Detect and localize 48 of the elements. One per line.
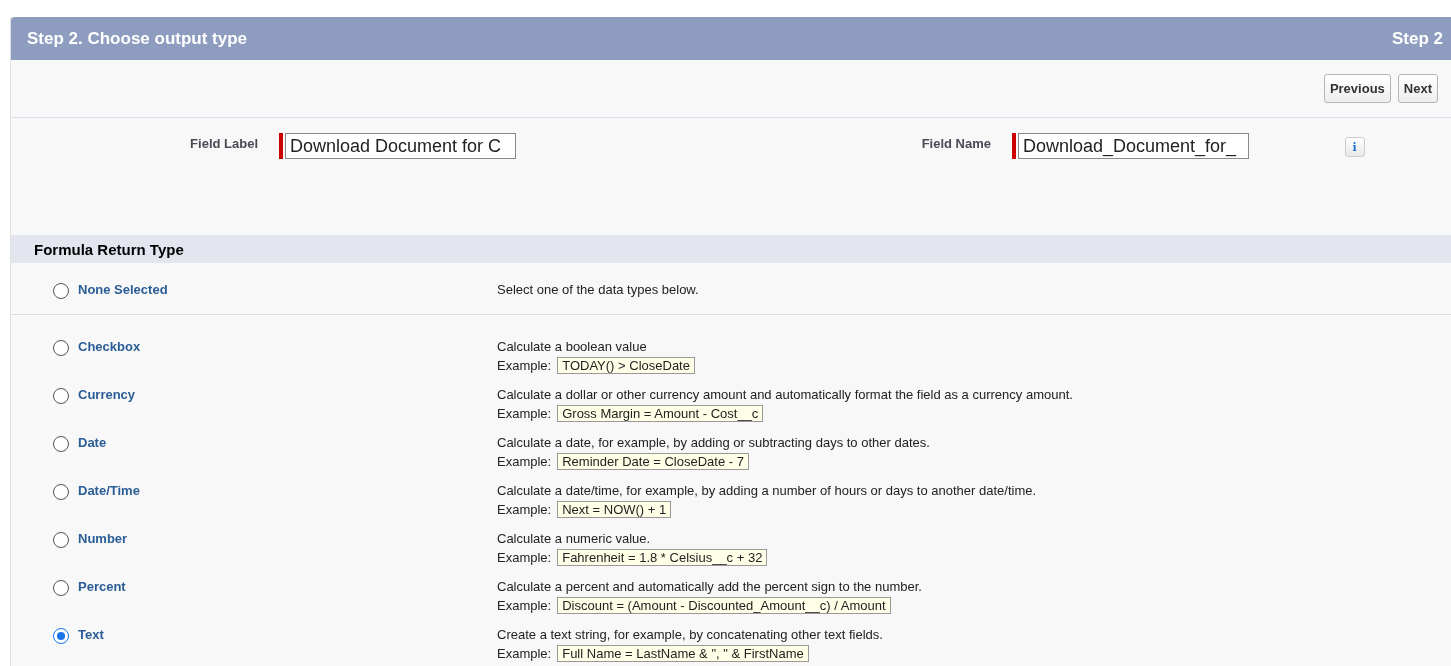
step-title: Step 2. Choose output type — [27, 28, 248, 49]
radio-button[interactable] — [53, 484, 69, 500]
radio-button[interactable] — [53, 628, 69, 644]
example-formula: Gross Margin = Amount - Cost__c — [557, 405, 764, 422]
field-label: Field Name — [920, 135, 992, 151]
radio-button[interactable] — [53, 283, 69, 299]
example-label: Example: — [497, 358, 552, 373]
type-description: Calculate a date, for example, by adding or subtracting days to other dates. — [497, 435, 931, 451]
example-label: Example: — [497, 646, 552, 661]
example-formula: Full Name = LastName & ", " & FirstName — [557, 645, 809, 662]
radio-button[interactable] — [53, 388, 69, 404]
radio-button[interactable] — [53, 532, 69, 548]
example-label: Example: — [497, 454, 552, 469]
text-field[interactable]: Download_Document_for_ — [1018, 133, 1249, 159]
type-label[interactable]: None Selected — [78, 282, 168, 297]
type-description: Select one of the data types below. — [497, 282, 700, 298]
example-formula: Discount = (Amount - Discounted_Amount__c) / Amount — [557, 597, 891, 614]
example-formula: Next = NOW() + 1 — [557, 501, 672, 518]
info-button[interactable]: i — [1344, 137, 1365, 157]
example-label: Example: — [497, 502, 552, 517]
type-description: Calculate a dollar or other currency amount and automatically format the field as a currency amount. — [497, 387, 1074, 403]
type-label[interactable]: Number — [78, 531, 128, 546]
type-description: Create a text string, for example, by concatenating other text fields. — [497, 627, 884, 643]
example-label: Example: — [497, 406, 552, 421]
example-label: Example: — [497, 598, 552, 613]
example-formula: TODAY() > CloseDate — [557, 357, 695, 374]
radio-button[interactable] — [53, 340, 69, 356]
text-field[interactable]: Download Document for C — [285, 133, 516, 159]
radio-button[interactable] — [53, 436, 69, 452]
field-label: Field Label — [189, 135, 259, 151]
step-indicator: Step 2 — [1391, 28, 1443, 49]
type-label[interactable]: Percent — [78, 579, 126, 594]
example-formula: Fahrenheit = 1.8 * Celsius__c + 32 — [557, 549, 768, 566]
type-description: Calculate a date/time, for example, by adding a number of hours or days to another date/time. — [497, 483, 1038, 499]
example-label: Example: — [497, 550, 552, 565]
example-formula: Reminder Date = CloseDate - 7 — [557, 453, 749, 470]
type-label[interactable]: Text — [78, 627, 104, 642]
type-label[interactable]: Date — [78, 435, 107, 450]
section-title: Formula Return Type — [34, 240, 184, 258]
type-description: Calculate a boolean value — [497, 339, 648, 355]
next-button[interactable]: Next — [1397, 74, 1438, 103]
type-label[interactable]: Currency — [78, 387, 136, 402]
type-description: Calculate a numeric value. — [497, 531, 652, 547]
previous-button[interactable]: Previous — [1323, 74, 1391, 103]
radio-button[interactable] — [53, 580, 69, 596]
type-label[interactable]: Date/Time — [78, 483, 140, 498]
type-description: Calculate a percent and automatically add the percent sign to the number. — [497, 579, 923, 595]
type-label[interactable]: Checkbox — [78, 339, 141, 354]
